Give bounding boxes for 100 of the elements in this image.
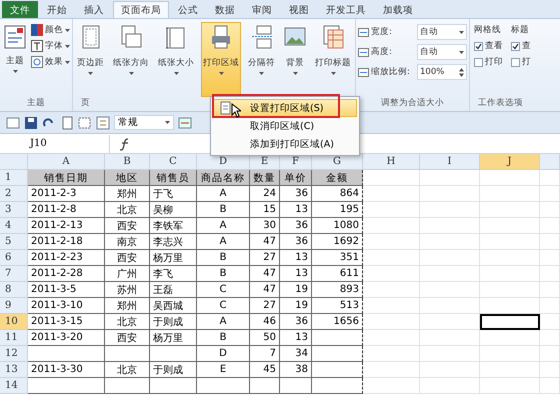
redo-icon — [42, 116, 56, 130]
theme-option-button[interactable]: 字体 — [31, 40, 70, 52]
caret-icon — [259, 72, 264, 75]
ribbon-tab[interactable]: 开始 — [39, 1, 75, 18]
caret-icon — [292, 72, 298, 75]
caret-icon — [459, 50, 464, 54]
caret-icon — [165, 121, 170, 124]
page-setup-button[interactable]: 打印标题 — [313, 22, 353, 97]
option-checkbox[interactable]: 打 — [511, 56, 531, 68]
menu-item[interactable]: 添加到打印区域(A) — [213, 135, 357, 153]
column-header[interactable]: J — [480, 154, 540, 170]
table-cell: 南京 — [105, 234, 150, 250]
table-cell: 34 — [280, 346, 312, 362]
column-header[interactable]: B — [105, 154, 150, 170]
row-header[interactable]: 11 — [0, 330, 28, 346]
row-header[interactable]: 13 — [0, 362, 28, 378]
table-cell: 1692 — [312, 234, 363, 250]
option-checkbox[interactable]: 打印 — [474, 56, 503, 68]
field-label: 高度: — [371, 46, 393, 58]
column-header[interactable]: A — [28, 154, 105, 170]
row-header[interactable]: 10 — [0, 314, 28, 330]
row-header[interactable]: 12 — [0, 346, 28, 362]
table-cell: 2011-3-15 — [28, 314, 105, 330]
column-header[interactable] — [540, 154, 560, 170]
column-title-cell: 销售日期 — [28, 170, 105, 186]
ribbon-tab[interactable]: 公式 — [170, 1, 206, 18]
row-header[interactable]: 3 — [0, 202, 28, 218]
column-title-cell: 销售员 — [150, 170, 197, 186]
ribbon-tab[interactable]: 加载项 — [375, 1, 421, 18]
page-setup-button[interactable]: 分隔符 — [246, 22, 277, 97]
table-cell: 李飞 — [150, 266, 197, 282]
row-header[interactable]: 6 — [0, 250, 28, 266]
ribbon-tab[interactable]: 开发工具 — [318, 1, 374, 18]
table-cell: C — [197, 282, 250, 298]
theme-option-button[interactable]: 颜色 — [31, 24, 70, 36]
theme-option-button[interactable]: 效果 — [31, 56, 70, 68]
table-cell: 2011-2-8 — [28, 202, 105, 218]
caret-icon — [65, 60, 70, 64]
page-setup-button[interactable]: 打印区域 — [201, 22, 241, 97]
table-cell: 513 — [312, 298, 363, 314]
row-header[interactable]: 14 — [0, 378, 28, 394]
table-cell: E — [197, 362, 250, 378]
table-cell: C — [197, 298, 250, 314]
select-all-corner[interactable] — [0, 154, 28, 170]
column-header[interactable]: D — [197, 154, 250, 170]
table-cell: 于则成 — [150, 362, 197, 378]
effects-icon — [31, 56, 43, 68]
table-cell: B — [197, 330, 250, 346]
table-cell: 13 — [280, 330, 312, 346]
number-format-dropdown[interactable]: 常规 — [114, 115, 174, 130]
table-cell: 王磊 — [150, 282, 197, 298]
menu-item[interactable]: 设置打印区域(S) — [213, 99, 357, 117]
printer-icon — [210, 25, 232, 49]
caret-icon — [88, 72, 93, 75]
row-header[interactable]: 1 — [0, 170, 28, 186]
option-checkbox[interactable]: 查 — [511, 40, 531, 52]
page-setup-button[interactable]: 纸张方向 — [111, 22, 151, 97]
column-header[interactable]: C — [150, 154, 197, 170]
table-cell: 苏州 — [105, 282, 150, 298]
caret-icon — [65, 44, 70, 48]
ribbon-tab[interactable]: 视图 — [281, 1, 317, 18]
file-tab[interactable]: 文件 — [2, 1, 38, 18]
page-setup-button[interactable]: 页边距 — [75, 22, 106, 97]
row-header[interactable]: 9 — [0, 298, 28, 314]
ribbon-tab[interactable]: 页面布局 — [113, 1, 169, 18]
option-checkbox[interactable]: 查看 — [474, 40, 503, 52]
table-cell: 广州 — [105, 266, 150, 282]
row-header[interactable]: 8 — [0, 282, 28, 298]
page-orientation-icon — [120, 25, 142, 49]
column-title-cell: 地区 — [105, 170, 150, 186]
scale-dropdown[interactable]: 自动 — [417, 44, 467, 60]
document-icon — [218, 101, 232, 115]
ribbon-tab[interactable]: 插入 — [76, 1, 112, 18]
name-box[interactable]: J10 — [0, 134, 110, 152]
page-setup-button[interactable]: 纸张大小 — [156, 22, 196, 97]
menu-item[interactable]: 取消印区域(C) — [213, 117, 357, 135]
column-header[interactable]: I — [420, 154, 480, 170]
ribbon-tab[interactable]: 审阅 — [244, 1, 280, 18]
active-cell[interactable] — [480, 314, 540, 330]
page-setup-button[interactable]: 背景 — [282, 22, 308, 97]
scale-spinner[interactable]: 100% — [417, 64, 467, 80]
table-cell: 36 — [280, 186, 312, 202]
row-header[interactable]: 5 — [0, 234, 28, 250]
row-header[interactable]: 2 — [0, 186, 28, 202]
table-icon — [6, 116, 20, 130]
themes-button[interactable]: 主题 — [2, 22, 28, 97]
ribbon-tab[interactable]: 数据 — [207, 1, 243, 18]
column-header[interactable]: H — [363, 154, 420, 170]
row-header[interactable]: 7 — [0, 266, 28, 282]
table-cell: 李志兴 — [150, 234, 197, 250]
option-heading: 标题 — [511, 24, 530, 36]
table-cell: 38 — [280, 362, 312, 378]
border-icon — [78, 116, 92, 130]
themes-icon — [4, 25, 26, 49]
scale-dropdown[interactable]: 自动 — [417, 24, 467, 40]
row-header[interactable]: 4 — [0, 218, 28, 234]
page-margins-icon — [80, 25, 102, 49]
field-label: 宽度: — [371, 26, 393, 38]
checkmark-icon — [475, 42, 482, 50]
table-cell: 15 — [250, 202, 280, 218]
